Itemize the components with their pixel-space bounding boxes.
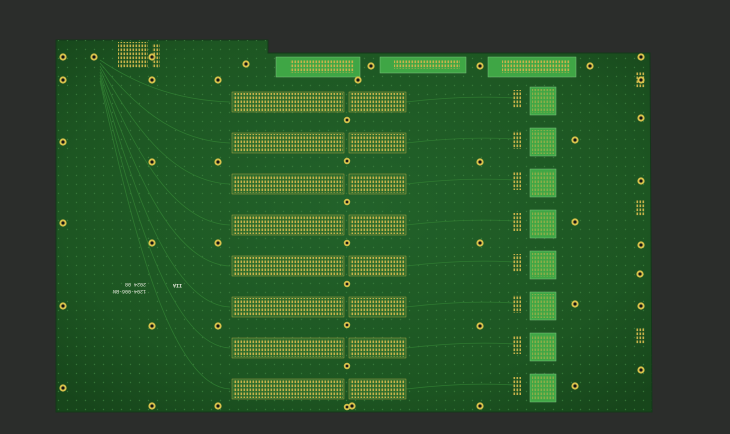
- rc-block-pins-7: [532, 335, 554, 359]
- mounting-hole-core-2: [61, 78, 65, 82]
- edge-pads-2: [636, 200, 645, 216]
- pad-array-2: [152, 44, 160, 68]
- slot-2-pins-b: [350, 134, 405, 152]
- mounting-hole-core-36: [150, 404, 154, 408]
- mounting-hole-core-7: [216, 78, 220, 82]
- mounting-hole-core-6: [244, 62, 248, 66]
- mounting-hole-core-17: [478, 160, 482, 164]
- slot-7-pins-a: [233, 339, 343, 357]
- mounting-hole-core-26: [639, 243, 643, 247]
- rc-block-pins-2: [532, 130, 554, 154]
- rc-pins-5: [513, 254, 521, 272]
- rc-block-pins-3: [532, 171, 554, 195]
- mounting-hole-core-39: [478, 404, 482, 408]
- rc-pins-8: [513, 377, 521, 395]
- mounting-hole-core-13: [639, 78, 643, 82]
- mounting-hole-core-24: [478, 241, 482, 245]
- mounting-hole-core-9: [369, 64, 373, 68]
- mounting-hole-core-11: [588, 64, 592, 68]
- silk-line-1: 1204-006-BN: [113, 288, 146, 294]
- mounting-hole-core-18: [573, 138, 577, 142]
- mounting-hole-core-25: [573, 220, 577, 224]
- slot-hole-core-3: [345, 200, 349, 204]
- slot-6-pins-a: [233, 298, 343, 316]
- slot-hole-core-4: [345, 241, 349, 245]
- mounting-hole-core-32: [573, 302, 577, 306]
- pcb-photo: 1204-006-BN 2024 08 IIA: [0, 0, 730, 434]
- mounting-hole-core-10: [478, 64, 482, 68]
- slot-5-pins-b: [350, 257, 405, 275]
- mounting-hole-core-40: [573, 384, 577, 388]
- rc-block-pins-8: [532, 376, 554, 400]
- rc-pins-6: [513, 295, 521, 313]
- slot-hole-core-2: [345, 159, 349, 163]
- silk-logo: IIA: [173, 282, 182, 288]
- mounting-hole-core-33: [639, 304, 643, 308]
- slot-1-pins-b: [350, 93, 405, 111]
- top-conn-pins-2: [394, 60, 460, 69]
- mounting-hole-core-29: [150, 324, 154, 328]
- mounting-hole-core-21: [61, 221, 65, 225]
- mounting-hole-core-16: [216, 160, 220, 164]
- mounting-hole-core-27: [638, 272, 642, 276]
- slot-hole-core-8: [345, 405, 349, 409]
- mounting-hole-core-5: [150, 78, 154, 82]
- slot-3-pins-a: [233, 175, 343, 193]
- pcb-board-svg: 1204-006-BN 2024 08 IIA: [55, 39, 653, 413]
- slot-1-pins-a: [233, 93, 343, 111]
- rc-block-pins-6: [532, 294, 554, 318]
- rc-pins-4: [513, 213, 521, 231]
- mounting-hole-core-14: [61, 140, 65, 144]
- rc-pins-7: [513, 336, 521, 354]
- mounting-hole-core-15: [150, 160, 154, 164]
- mounting-hole-core-35: [61, 386, 65, 390]
- mounting-hole-core-23: [216, 241, 220, 245]
- rc-block-pins-4: [532, 212, 554, 236]
- rc-block-pins-1: [532, 89, 554, 113]
- pad-array: [118, 42, 148, 68]
- rc-pins-3: [513, 172, 521, 190]
- silk-line-2: 2024 08: [125, 281, 146, 287]
- mounting-hole-core-22: [150, 241, 154, 245]
- mounting-hole-core-1: [61, 55, 65, 59]
- slot-8-pins-b: [350, 380, 405, 398]
- rc-block-pins-5: [532, 253, 554, 277]
- mounting-hole-core-34: [639, 368, 643, 372]
- mounting-hole-core-30: [216, 324, 220, 328]
- rc-pins-2: [513, 131, 521, 149]
- slot-hole-core-6: [345, 323, 349, 327]
- top-conn-pins-3: [502, 60, 570, 73]
- mounting-hole-core-38: [350, 404, 354, 408]
- slot-6-pins-b: [350, 298, 405, 316]
- mounting-hole-core-8: [356, 78, 360, 82]
- top-conn-pins-1: [290, 60, 354, 73]
- rc-pins-1: [513, 90, 521, 108]
- slot-hole-core-5: [345, 282, 349, 286]
- mounting-hole-core-3: [92, 55, 96, 59]
- mounting-hole-core-20: [639, 179, 643, 183]
- edge-pads-3: [636, 328, 645, 344]
- slot-5-pins-a: [233, 257, 343, 275]
- mounting-hole-core-31: [478, 324, 482, 328]
- slot-7-pins-b: [350, 339, 405, 357]
- slot-4-pins-a: [233, 216, 343, 234]
- slot-3-pins-b: [350, 175, 405, 193]
- slot-8-pins-a: [233, 380, 343, 398]
- slot-hole-core-1: [345, 118, 349, 122]
- slot-hole-core-7: [345, 364, 349, 368]
- mounting-hole-core-28: [61, 304, 65, 308]
- mounting-hole-core-37: [216, 404, 220, 408]
- mounting-hole-core-12: [639, 55, 643, 59]
- mounting-hole-core-19: [639, 116, 643, 120]
- slot-4-pins-b: [350, 216, 405, 234]
- slot-2-pins-a: [233, 134, 343, 152]
